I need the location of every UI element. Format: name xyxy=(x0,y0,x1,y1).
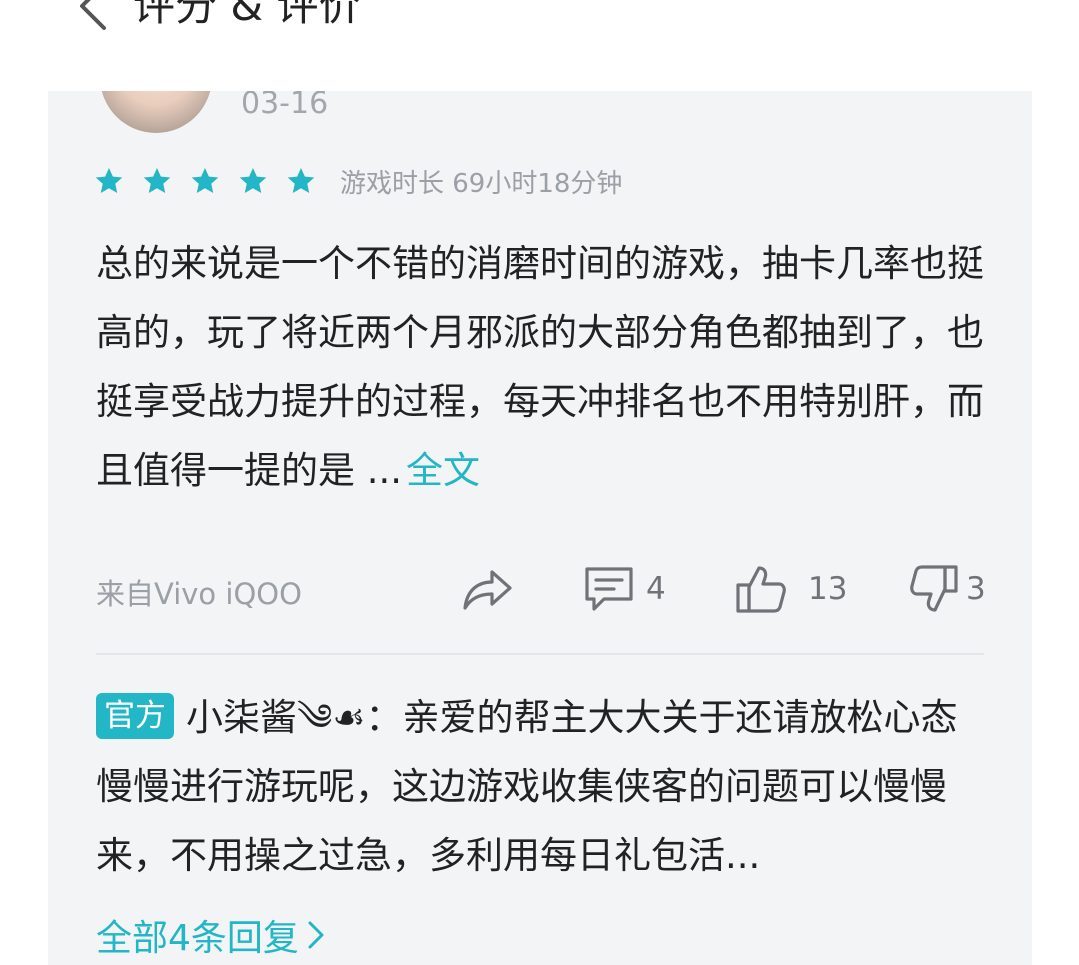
dislike-count: 3 xyxy=(966,571,986,607)
page-title: 评分 & 评价 xyxy=(133,0,361,30)
star-icon xyxy=(191,168,219,193)
review-text: 总的来说是一个不错的消磨时间的游戏，抽卡几率也挺高的，玩了将近两个月邪派的大部分… xyxy=(96,229,986,505)
like-count: 13 xyxy=(808,571,848,607)
divider xyxy=(96,653,984,655)
like-button[interactable]: 13 xyxy=(734,561,847,617)
review-actions: 来自Vivo iQOO 4 13 3 xyxy=(96,561,986,617)
full-text-link[interactable]: 全文 xyxy=(406,449,480,492)
comment-button[interactable]: 4 xyxy=(582,561,666,617)
official-reply[interactable]: 官方 小柒酱༄☙：亲爱的帮主大大关于还请放松心态慢慢进行游玩呢，这边游戏收集侠客的… xyxy=(96,683,986,890)
reply-separator: ： xyxy=(365,696,403,739)
all-replies-label: 全部4条回复 xyxy=(96,918,299,959)
share-icon xyxy=(463,570,512,610)
star-icon xyxy=(287,168,315,193)
thumbs-up-icon xyxy=(736,566,786,613)
chevron-left-icon xyxy=(80,0,106,30)
top-bar: 评分 & 评价 xyxy=(0,0,1079,90)
review-body-text: 总的来说是一个不错的消磨时间的游戏，抽卡几率也挺高的，玩了将近两个月邪派的大部分… xyxy=(96,242,984,492)
thumbs-down-icon xyxy=(910,565,958,612)
device-label: 来自Vivo iQOO xyxy=(96,577,302,611)
reply-author: 小柒酱༄☙ xyxy=(186,696,366,739)
comment-count: 4 xyxy=(646,571,666,607)
chevron-right-icon xyxy=(308,921,324,949)
share-button[interactable] xyxy=(460,561,514,617)
star-icon xyxy=(143,168,171,193)
star-rating xyxy=(94,166,316,196)
review-date: 03-16 xyxy=(241,91,329,121)
dislike-button[interactable]: 3 xyxy=(910,561,986,617)
rating-row: 游戏时长 69小时18分钟 xyxy=(94,159,622,203)
star-icon xyxy=(239,168,267,193)
review-card: 03-16 游戏时长 69小时18分钟 总的来说是一个不错的消磨时间的游戏，抽卡… xyxy=(48,91,1032,965)
comment-icon xyxy=(585,567,633,611)
avatar[interactable] xyxy=(100,91,212,133)
official-badge: 官方 xyxy=(96,693,174,739)
playtime-label: 游戏时长 69小时18分钟 xyxy=(340,168,623,199)
all-replies-link[interactable]: 全部4条回复 xyxy=(96,909,327,961)
app-screen: 评分 & 评价 03-16 游戏时长 69小时18分钟 总的来说是一个不错的消磨… xyxy=(0,0,1079,965)
back-button[interactable] xyxy=(62,0,118,34)
star-icon xyxy=(95,168,123,193)
